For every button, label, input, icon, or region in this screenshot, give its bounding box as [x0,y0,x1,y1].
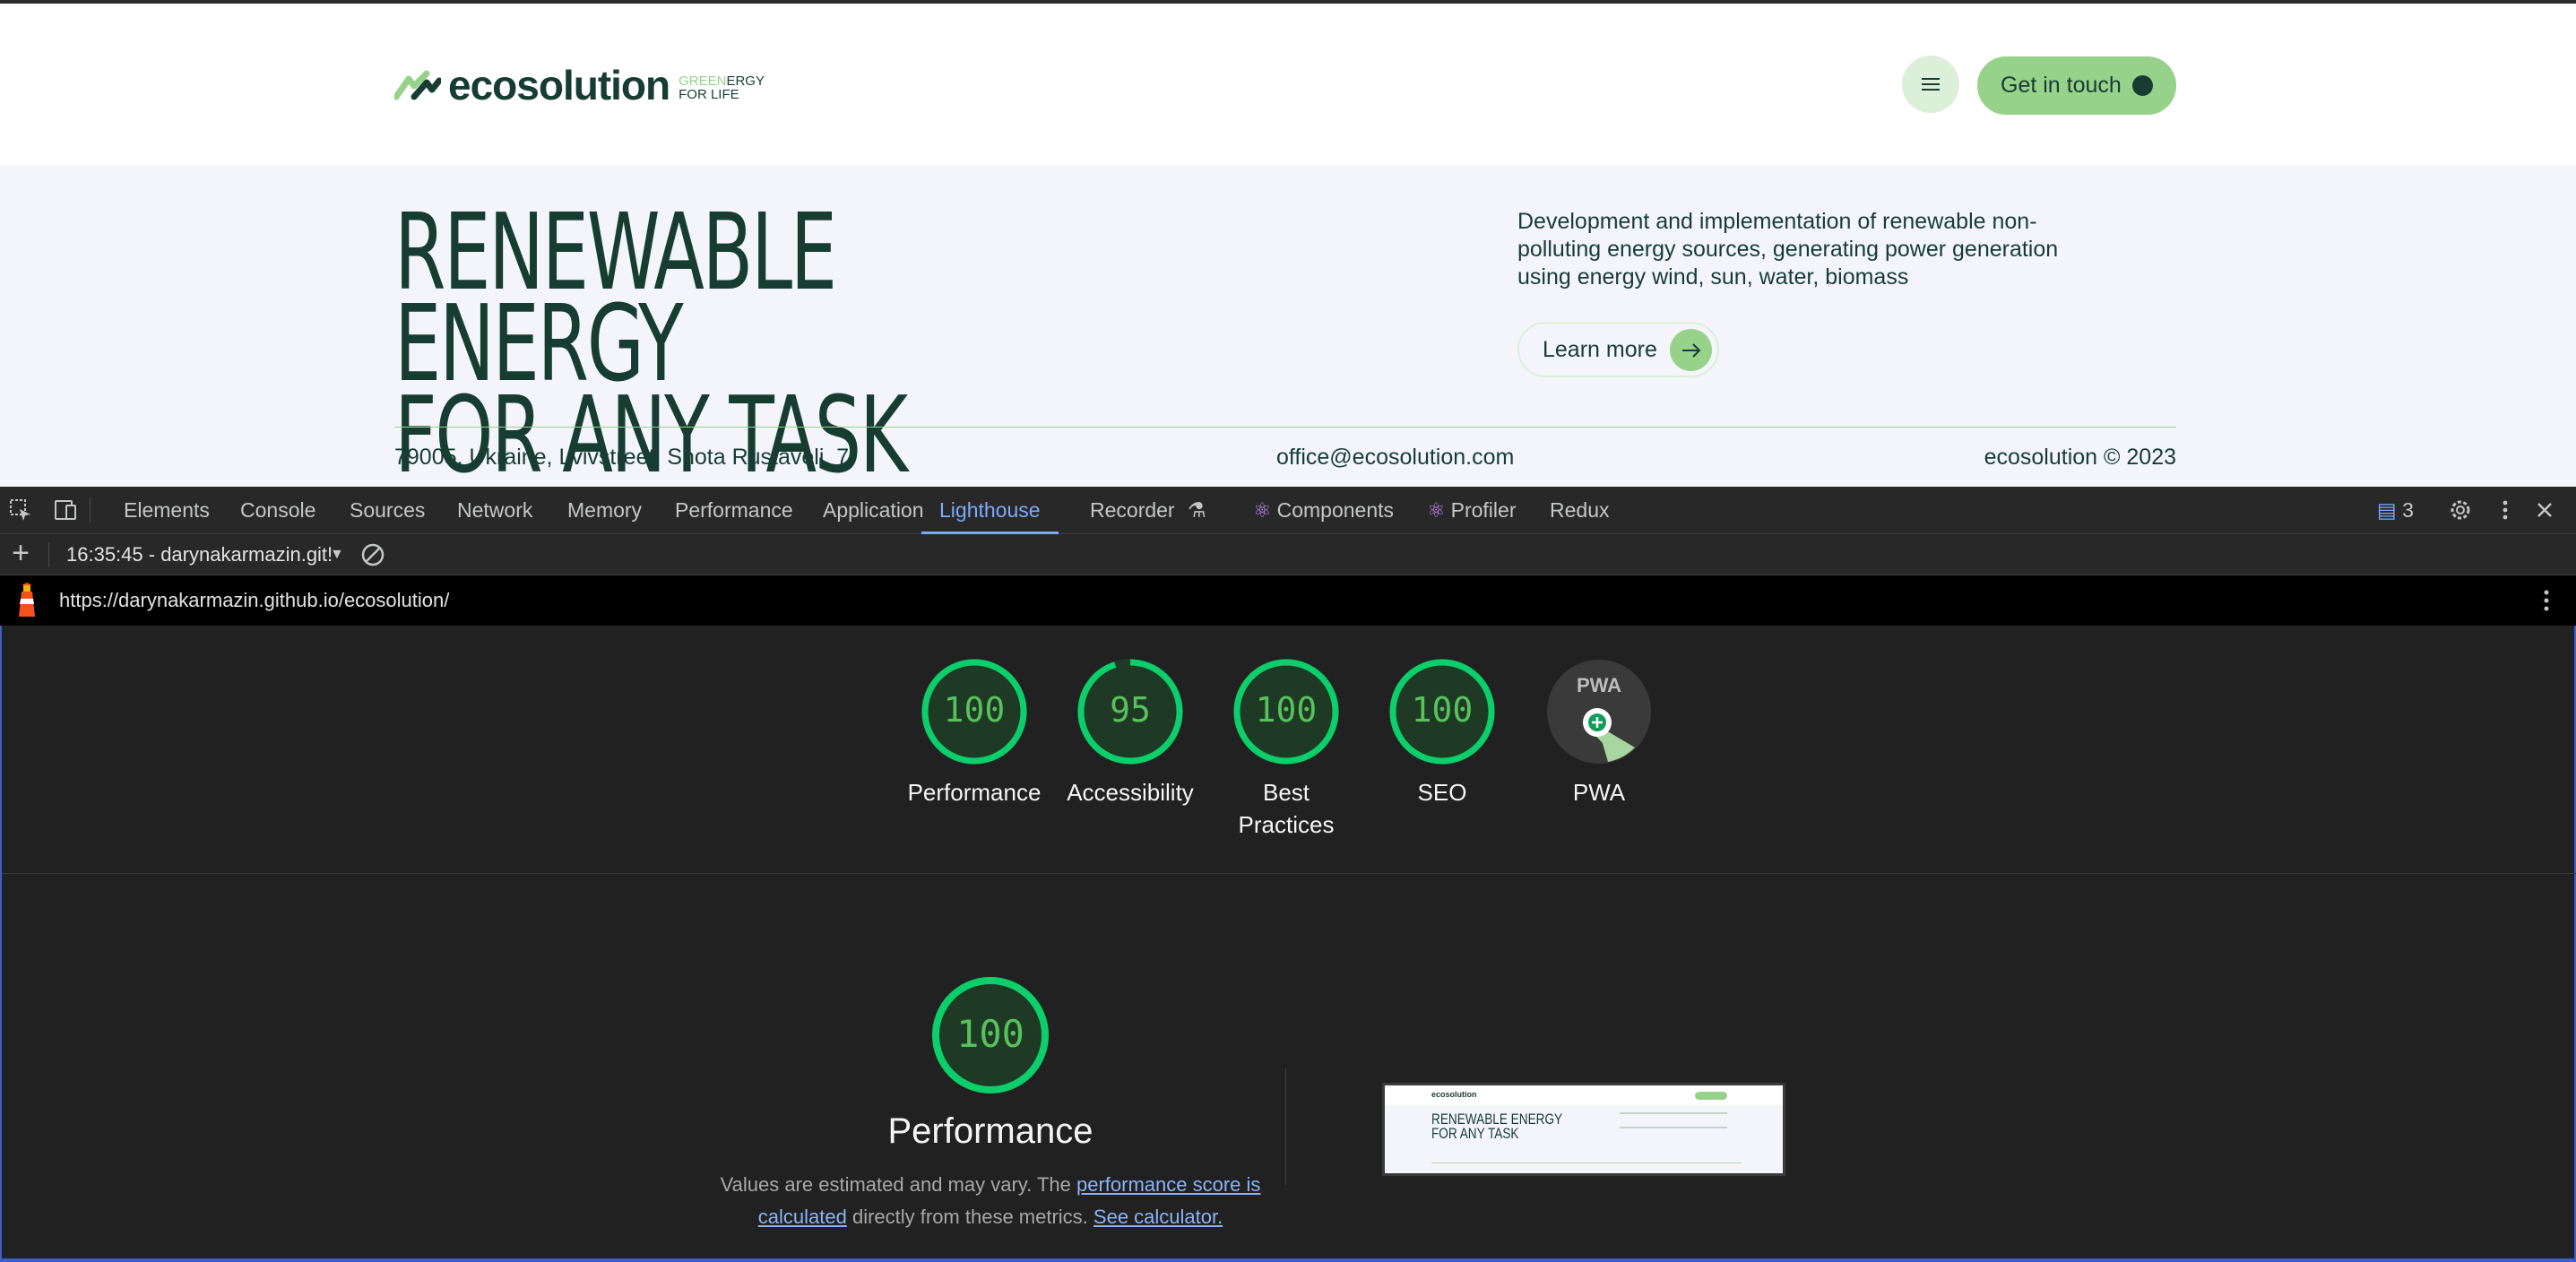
gauge-label: Accessibility [1067,779,1194,806]
gauge-performance[interactable]: 100 Performance [898,658,1050,808]
get-in-touch-button[interactable]: Get in touch [1977,56,2176,115]
tab-application[interactable]: Application [823,487,924,534]
lighthouse-toolbar: + 16:35:45 - darynakarmazin.git! ▼ [0,534,2576,575]
svg-text:100: 100 [944,690,1006,730]
svg-text:95: 95 [1110,690,1151,730]
divider [394,427,2176,428]
site-header: ecosolution GREENERGY FOR LIFE Get in to… [0,4,2576,165]
hero-title: RENEWABLE ENERGY FOR ANY TASK [394,190,908,497]
close-icon[interactable] [2531,497,2558,523]
performance-note: Values are estimated and may vary. The p… [720,1173,1261,1228]
hero-description: Development and implementation of renewa… [1517,209,2059,290]
dot-icon [2132,75,2153,96]
menu-button[interactable] [1902,56,1959,113]
issues-counter[interactable]: ▤ 3 [2377,487,2414,534]
vertical-divider [1285,1068,1286,1185]
gauge-ring: 100 [1233,659,1339,765]
gauge-ring: 100 [921,659,1027,765]
new-report-plus-icon[interactable]: + [5,538,36,570]
gauge-label: SEO [1417,779,1467,806]
gauge-seo[interactable]: 100 SEO [1366,658,1518,808]
toolbar-separator [48,542,49,567]
tab-profiler[interactable]: ⚛ Profiler [1427,487,1516,534]
inspect-element-icon[interactable] [7,497,34,523]
issues-icon: ▤ [2377,498,2397,522]
gauge-label: PWA [1572,779,1626,806]
settings-gear-icon[interactable] [2447,497,2474,523]
report-url-bar: https://darynakarmazin.github.io/ecosolu… [0,575,2576,626]
gauge-ring: 100 [1389,659,1495,765]
site-logo[interactable]: ecosolution GREENERGY FOR LIFE [394,62,765,108]
tab-network[interactable]: Network [457,487,532,534]
report-url: https://darynakarmazin.github.io/ecosolu… [59,589,450,611]
performance-title: Performance [887,1111,1094,1151]
toolbar-separator [90,497,91,523]
tab-elements[interactable]: Elements [124,487,210,534]
website-viewport: ecosolution GREENERGY FOR LIFE Get in to… [0,0,2576,497]
svg-text:100: 100 [1412,690,1474,730]
svg-text:100: 100 [956,1012,1024,1056]
hamburger-icon [1922,83,1940,85]
lighthouse-logo-icon [19,583,35,617]
react-icon: ⚛ [1427,498,1446,522]
device-toolbar-icon[interactable] [52,497,79,523]
svg-text:100: 100 [1256,690,1318,730]
page-screenshot-thumbnail[interactable]: ecosolution RENEWABLE ENERGY FOR ANY TAS… [1382,1083,1785,1176]
see-calculator-link[interactable]: See calculator. [1094,1206,1223,1228]
gauge-accessibility[interactable]: 95 Accessibility [1054,658,1206,808]
copyright: ecosolution © 2023 [1984,445,2176,470]
more-vertical-icon[interactable] [2492,497,2519,523]
address: 79005, Ukraine, Lvivstreet. Shota Rustav… [394,445,850,470]
clear-block-icon[interactable] [360,542,385,567]
tab-recorder[interactable]: Recorder ⚗ [1090,487,1206,534]
chevron-down-icon[interactable]: ▼ [330,534,344,575]
tab-lighthouse[interactable]: Lighthouse [921,487,1059,534]
arrow-right-icon [1670,329,1712,371]
tab-console[interactable]: Console [240,487,316,534]
react-icon: ⚛ [1253,498,1272,522]
pwa-badge-icon: PWA [1547,660,1651,764]
performance-big-gauge: 100 [931,976,1050,1094]
logo-mark-icon [394,70,441,100]
tab-components[interactable]: ⚛ Components [1253,487,1394,534]
gauge-label: Performance [907,779,1042,806]
gauge-pwa[interactable]: PWA PWA [1523,658,1675,808]
more-vertical-icon[interactable] [2544,590,2549,611]
flask-icon: ⚗ [1188,498,1206,522]
tab-performance[interactable]: Performance [675,487,793,534]
gauge-best-practices[interactable]: 100 Best Practices [1210,658,1362,841]
section-divider [2,873,2576,874]
tab-redux[interactable]: Redux [1550,487,1609,534]
lighthouse-report: 100 Performance 95 Accessibility 100 Bes… [0,626,2576,1262]
svg-text:PWA: PWA [1577,674,1621,696]
tab-memory[interactable]: Memory [567,487,642,534]
gauge-ring: 95 [1077,659,1183,765]
gauge-label: Best Practices [1238,779,1335,838]
tab-sources[interactable]: Sources [350,487,425,534]
email-link[interactable]: office@ecosolution.com [1276,445,1514,471]
logo-name: ecosolution [448,62,670,108]
learn-more-button[interactable]: Learn more [1517,322,1719,377]
devtools-tab-bar: Elements Console Sources Network Memory … [0,487,2576,534]
logo-tagline: GREENERGY FOR LIFE [679,73,765,102]
report-selector[interactable]: 16:35:45 - darynakarmazin.git! [66,534,333,575]
